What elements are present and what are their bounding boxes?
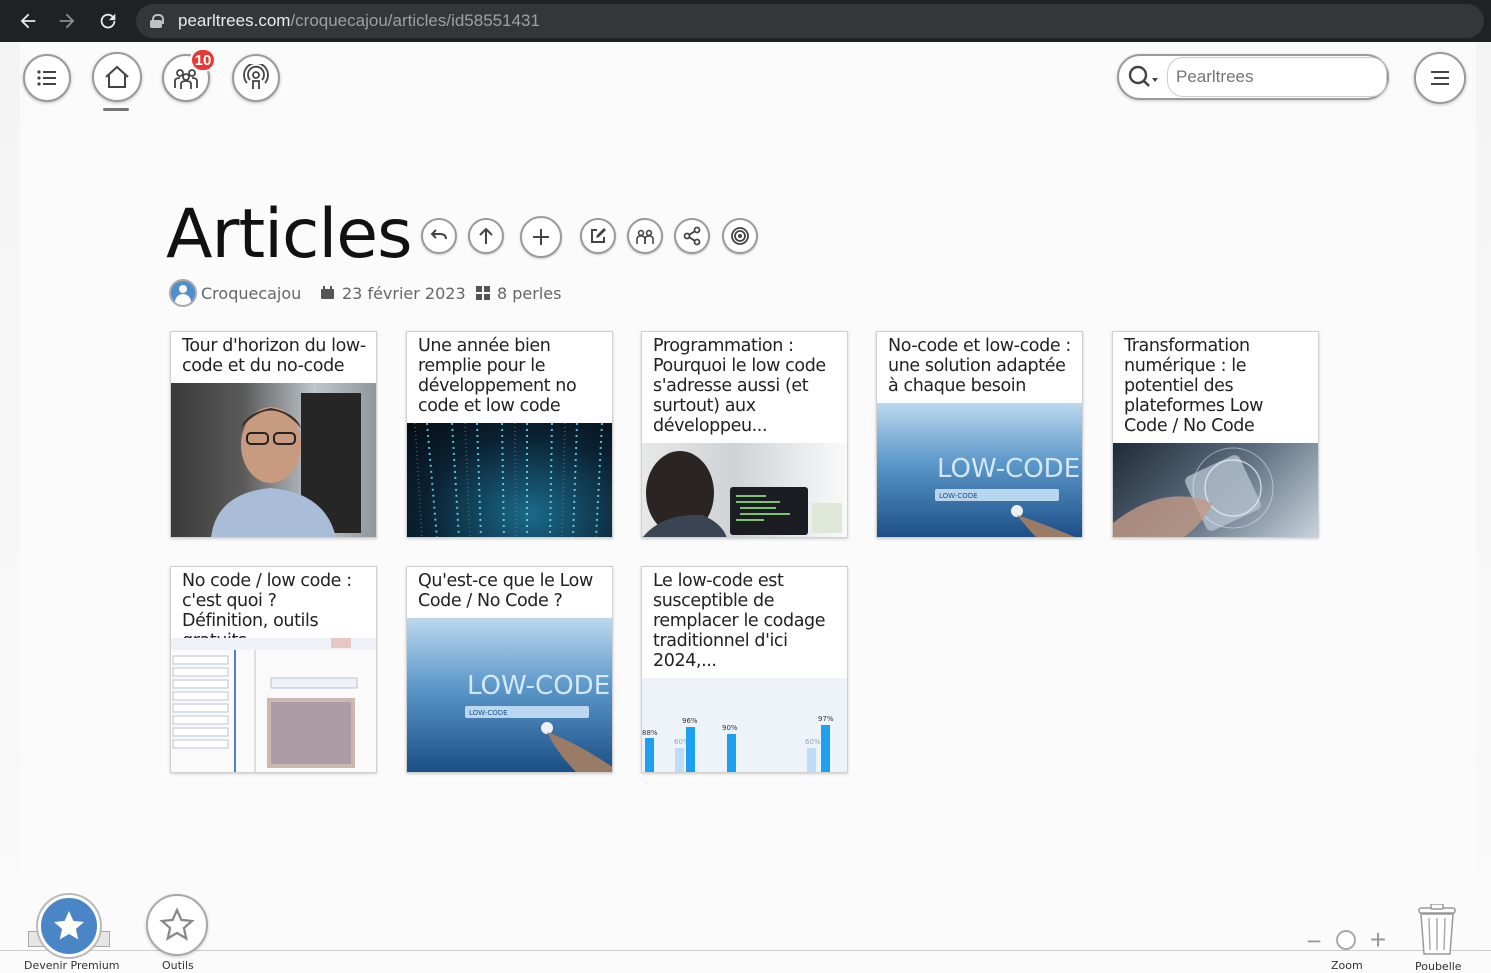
card-title: Tour d'horizon du low-code et du no-code xyxy=(182,336,366,376)
card-title: Qu'est-ce que le Low Code / No Code ? xyxy=(418,571,593,611)
pearl-card[interactable]: No code / low code : c'est quoi ? Défini… xyxy=(170,566,377,773)
home-button[interactable] xyxy=(92,52,142,102)
lowcode-text: LOW-CODE xyxy=(937,454,1080,484)
card-title: Programmation : Pourquoi le low code s'a… xyxy=(653,336,826,436)
star-icon xyxy=(54,911,84,940)
pearl-card[interactable]: Tour d'horizon du low-code et du no-code xyxy=(170,331,377,538)
lowcode-field-text: LOW-CODE xyxy=(939,492,978,500)
card-image xyxy=(171,638,376,772)
list-icon xyxy=(37,70,56,86)
pearl-count: 8 perles xyxy=(497,283,562,303)
pearl-card[interactable]: No-code et low-code : une solution adapt… xyxy=(876,331,1083,538)
add-button[interactable] xyxy=(520,216,562,258)
hamburger-menu-icon xyxy=(1431,71,1449,85)
zoom-in-button[interactable]: + xyxy=(1366,924,1390,955)
plus-icon xyxy=(533,229,549,245)
search-icon[interactable] xyxy=(1119,56,1167,98)
reload-icon[interactable] xyxy=(88,1,128,41)
menu-list-button[interactable] xyxy=(23,54,71,102)
card-image xyxy=(1113,443,1318,537)
edit-button[interactable] xyxy=(580,218,616,254)
date-info: 23 février 2023 xyxy=(320,279,466,307)
svg-text:96%: 96% xyxy=(682,717,698,725)
creation-date: 23 février 2023 xyxy=(342,283,466,303)
card-image xyxy=(171,383,376,537)
author-name[interactable]: Croquecajou xyxy=(201,284,301,303)
lowcode-field-text: LOW-CODE xyxy=(469,709,508,717)
premium-button[interactable] xyxy=(38,895,100,957)
search-box xyxy=(1117,54,1389,100)
svg-text:88%: 88% xyxy=(642,729,658,737)
svg-text:60%: 60% xyxy=(805,738,821,746)
card-image: LOW-CODE LOW-CODE xyxy=(407,618,612,772)
return-arrow-icon xyxy=(430,229,447,240)
premium-label[interactable]: Devenir Premium xyxy=(24,959,120,972)
broadcast-icon xyxy=(243,64,269,89)
card-image xyxy=(642,443,847,537)
card-image: 88% 60% 96% 90% 60% 97% xyxy=(642,678,847,772)
pearl-card[interactable]: Qu'est-ce que le Low Code / No Code ? LO… xyxy=(406,566,613,773)
target-icon xyxy=(731,227,749,245)
trash-icon[interactable] xyxy=(1416,903,1458,956)
parent-button[interactable] xyxy=(468,218,504,254)
pearl-card[interactable]: Programmation : Pourquoi le low code s'a… xyxy=(641,331,848,538)
author-info[interactable]: Croquecajou xyxy=(169,279,301,307)
page-title: Articles xyxy=(166,195,413,274)
trash-label[interactable]: Poubelle xyxy=(1415,960,1462,973)
url-host: pearltrees.com xyxy=(178,11,291,30)
card-title: Transformation numérique : le potentiel … xyxy=(1124,336,1264,436)
pearl-count-info: 8 perles xyxy=(476,279,561,307)
card-image xyxy=(407,422,612,537)
svg-text:90%: 90% xyxy=(722,724,738,732)
edit-icon xyxy=(591,228,606,243)
forward-arrow-icon[interactable] xyxy=(47,1,87,41)
avatar[interactable] xyxy=(169,279,197,307)
star-outline-icon xyxy=(159,907,195,941)
card-title: Le low-code est susceptible de remplacer… xyxy=(653,571,826,671)
card-image: LOW-CODE LOW-CODE xyxy=(877,403,1082,537)
tools-button[interactable] xyxy=(146,894,208,956)
broadcast-button[interactable] xyxy=(232,54,280,102)
team-icon xyxy=(636,229,654,244)
notification-badge[interactable]: 10 xyxy=(190,48,216,72)
url-path: /croquecajou/articles/id58551431 xyxy=(290,11,540,30)
back-arrow-icon[interactable] xyxy=(8,1,48,41)
zoom-label: Zoom xyxy=(1331,959,1363,972)
zoom-slider-handle[interactable] xyxy=(1336,930,1356,950)
share-button[interactable] xyxy=(674,218,710,254)
lock-icon xyxy=(150,14,164,28)
home-icon xyxy=(105,65,129,88)
card-title: No-code et low-code : une solution adapt… xyxy=(888,336,1071,396)
card-title: Une année bien remplie pour le développe… xyxy=(418,336,577,416)
calendar-icon xyxy=(321,286,334,299)
grid-icon xyxy=(476,286,490,300)
pearl-card[interactable]: Une année bien remplie pour le développe… xyxy=(406,331,613,538)
active-indicator xyxy=(103,108,129,111)
pearl-card[interactable]: Le low-code est susceptible de remplacer… xyxy=(641,566,848,773)
browser-toolbar: pearltrees.com/croquecajou/articles/id58… xyxy=(0,0,1491,42)
address-bar[interactable]: pearltrees.com/croquecajou/articles/id58… xyxy=(136,4,1484,38)
pearl-button[interactable] xyxy=(722,218,758,254)
svg-text:97%: 97% xyxy=(818,715,834,723)
options-menu-button[interactable] xyxy=(1414,52,1466,104)
share-icon xyxy=(683,226,701,246)
up-arrow-icon xyxy=(479,227,493,244)
tools-label[interactable]: Outils xyxy=(162,959,194,972)
zoom-out-button[interactable]: − xyxy=(1303,926,1325,956)
search-input[interactable] xyxy=(1167,57,1387,97)
back-button[interactable] xyxy=(421,218,457,254)
footer-divider xyxy=(0,950,1491,951)
lowcode-text: LOW-CODE xyxy=(467,671,610,701)
pearl-card[interactable]: Transformation numérique : le potentiel … xyxy=(1112,331,1319,538)
team-button[interactable] xyxy=(627,218,663,254)
